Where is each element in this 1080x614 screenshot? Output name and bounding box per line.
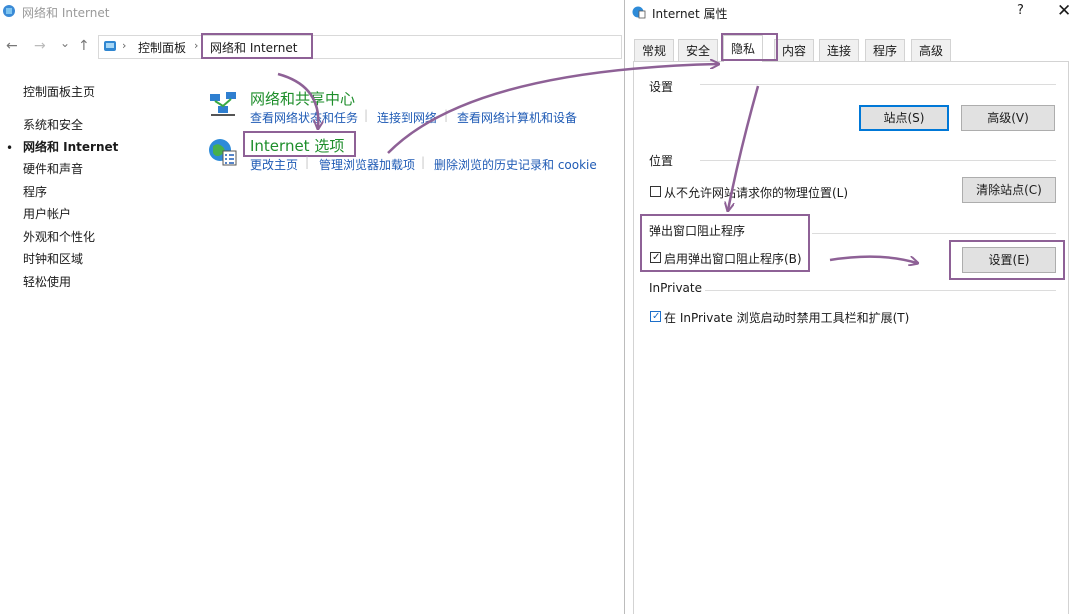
arrow-to-popup-settings <box>829 255 917 263</box>
arrow-to-popup-blocker <box>728 85 760 210</box>
annotation-arrows <box>277 0 1080 614</box>
arrow-to-internet-options <box>277 72 318 128</box>
arrow-to-privacy-tab <box>387 64 718 154</box>
